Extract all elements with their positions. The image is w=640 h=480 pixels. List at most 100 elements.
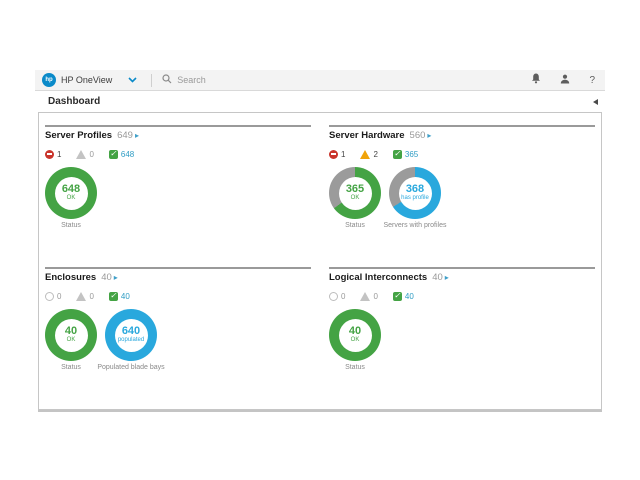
indicator-count: 1 (57, 150, 61, 159)
topbar-divider (151, 74, 152, 87)
donut-ring: 40OK (329, 309, 381, 361)
donut-sublabel: OK (351, 195, 360, 202)
warning-indicator[interactable]: 0 (76, 150, 93, 159)
panel-count-link[interactable]: 40 (101, 272, 112, 283)
donut-caption: Servers with profiles (383, 222, 446, 229)
top-bar: hp HP OneView ? (35, 70, 605, 91)
nav-row: Dashboard (35, 91, 605, 112)
ok-indicator[interactable]: 365 (393, 150, 418, 159)
donut-caption: Status (345, 364, 365, 371)
donut-ring: 368has profile (389, 167, 441, 219)
donut-value: 640 (122, 326, 140, 337)
panel-count-link[interactable]: 40 (432, 272, 443, 283)
warning-icon (76, 150, 86, 159)
donut-value: 40 (65, 326, 77, 337)
status-indicators: 1 2 365 (329, 149, 595, 159)
indicator-count: 40 (405, 292, 414, 301)
donut-caption: Status (345, 222, 365, 229)
panel-server-profiles: Server Profiles 649 ▸ 1 0 648 648OK Stat… (45, 125, 311, 267)
indicator-count: 2 (373, 150, 377, 159)
warning-indicator[interactable]: 0 (76, 292, 93, 301)
indicator-count: 1 (341, 150, 345, 159)
donut-sublabel: OK (67, 195, 76, 202)
panel-logical-interconnects: Logical Interconnects 40 ▸ 0 0 40 40OK S… (329, 267, 595, 401)
ok-indicator[interactable]: 40 (393, 292, 414, 301)
ok-icon (393, 292, 402, 301)
donut-ring: 640populated (105, 309, 157, 361)
donut-ring: 648OK (45, 167, 97, 219)
ok-icon (109, 150, 118, 159)
donut-value: 365 (346, 184, 364, 195)
donut-value: 648 (62, 184, 80, 195)
donut-sublabel: has profile (401, 195, 429, 202)
indicator-count: 0 (89, 150, 93, 159)
donut-charts: 365OK Status 368has profile Servers with… (329, 167, 595, 229)
warning-icon (360, 292, 370, 301)
dashboard-grid: Server Profiles 649 ▸ 1 0 648 648OK Stat… (45, 125, 595, 401)
ok-icon (393, 150, 402, 159)
indicator-count: 365 (405, 150, 418, 159)
critical-indicator[interactable]: 0 (45, 292, 61, 301)
notifications-bell-icon[interactable] (531, 71, 541, 89)
search-input[interactable] (177, 75, 327, 85)
status-indicators: 0 0 40 (45, 291, 311, 301)
indicator-count: 0 (373, 292, 377, 301)
status-indicators: 1 0 648 (45, 149, 311, 159)
indicator-count: 40 (121, 292, 130, 301)
panel-header: Server Profiles 649 ▸ (45, 130, 311, 141)
indicator-count: 0 (341, 292, 345, 301)
panel-title[interactable]: Enclosures (45, 272, 96, 283)
panel-arrow-icon[interactable]: ▸ (427, 131, 431, 140)
donut-caption: Status (61, 364, 81, 371)
warning-icon (76, 292, 86, 301)
dashboard-content: Server Profiles 649 ▸ 1 0 648 648OK Stat… (38, 112, 602, 410)
collapse-panel-arrow-icon[interactable] (593, 99, 598, 105)
ok-icon (109, 292, 118, 301)
critical-indicator[interactable]: 1 (45, 150, 61, 159)
status-donut[interactable]: 40OK Status (329, 309, 381, 371)
critical-icon (329, 292, 338, 301)
donut-caption: Populated blade bays (97, 364, 164, 371)
panel-title[interactable]: Server Profiles (45, 130, 112, 141)
donut-charts: 648OK Status (45, 167, 311, 229)
panel-arrow-icon[interactable]: ▸ (114, 273, 118, 282)
panel-count-link[interactable]: 560 (410, 130, 426, 141)
search-icon (162, 71, 172, 89)
servers-with-profiles-donut[interactable]: 368has profile Servers with profiles (389, 167, 441, 229)
critical-indicator[interactable]: 0 (329, 292, 345, 301)
critical-icon (45, 292, 54, 301)
hp-logo[interactable]: hp (42, 73, 56, 87)
panel-header: Enclosures 40 ▸ (45, 272, 311, 283)
status-donut[interactable]: 40OK Status (45, 309, 97, 371)
help-icon[interactable]: ? (589, 75, 595, 86)
hp-oneview-app: hp HP OneView ? Dashboard (35, 70, 605, 410)
donut-value: 368 (406, 184, 424, 195)
chevron-down-icon[interactable] (128, 77, 137, 83)
app-name-menu[interactable]: HP OneView (61, 75, 112, 85)
populated-blade-bays-donut[interactable]: 640populated Populated blade bays (105, 309, 157, 371)
status-donut[interactable]: 648OK Status (45, 167, 97, 229)
critical-icon (45, 150, 54, 159)
panel-header: Logical Interconnects 40 ▸ (329, 272, 595, 283)
status-donut[interactable]: 365OK Status (329, 167, 381, 229)
critical-indicator[interactable]: 1 (329, 150, 345, 159)
panel-arrow-icon[interactable]: ▸ (445, 273, 449, 282)
panel-arrow-icon[interactable]: ▸ (135, 131, 139, 140)
warning-icon (360, 150, 370, 159)
donut-sublabel: populated (118, 337, 144, 344)
user-icon[interactable] (560, 71, 570, 89)
panel-title[interactable]: Server Hardware (329, 130, 405, 141)
ok-indicator[interactable]: 40 (109, 292, 130, 301)
panel-title[interactable]: Logical Interconnects (329, 272, 427, 283)
warning-indicator[interactable]: 0 (360, 292, 377, 301)
warning-indicator[interactable]: 2 (360, 150, 377, 159)
panel-header: Server Hardware 560 ▸ (329, 130, 595, 141)
critical-icon (329, 150, 338, 159)
search-box[interactable] (162, 71, 531, 89)
donut-charts: 40OK Status (329, 309, 595, 371)
page-title[interactable]: Dashboard (48, 96, 100, 107)
ok-indicator[interactable]: 648 (109, 150, 134, 159)
donut-caption: Status (61, 222, 81, 229)
status-indicators: 0 0 40 (329, 291, 595, 301)
panel-count-link[interactable]: 649 (117, 130, 133, 141)
